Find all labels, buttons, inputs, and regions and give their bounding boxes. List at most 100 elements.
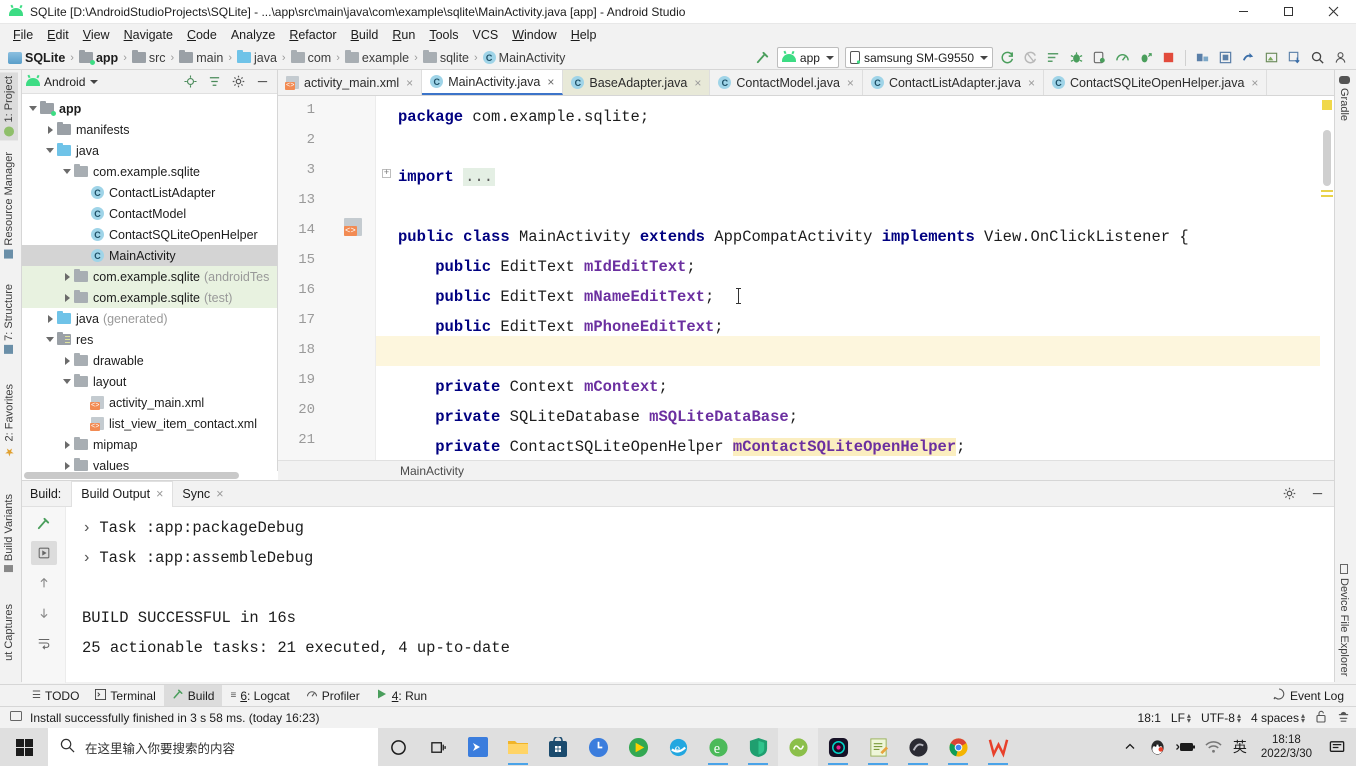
project-view-selector-label[interactable]: Android xyxy=(44,75,85,89)
maximize-icon[interactable] xyxy=(1266,0,1311,24)
tree-item-java[interactable]: java xyxy=(22,140,277,161)
menu-edit[interactable]: Edit xyxy=(40,26,76,44)
tree-item-contactmodel[interactable]: C ContactModel xyxy=(22,203,277,224)
line-separator-selector[interactable]: LF ▴ ▾ xyxy=(1171,711,1191,725)
tree-expander[interactable] xyxy=(60,440,74,449)
run-inspection-icon[interactable] xyxy=(1043,48,1064,68)
tree-expander[interactable] xyxy=(60,272,74,281)
close-icon[interactable]: × xyxy=(694,76,701,90)
project-tree[interactable]: app manifests java com.example.sqlite C Conta… xyxy=(22,94,277,480)
sidebar-tab-structure[interactable]: 7: Structure xyxy=(0,280,18,358)
memory-indicator-icon[interactable] xyxy=(10,710,22,725)
editor-scrollbar[interactable] xyxy=(1320,96,1334,480)
close-icon[interactable]: × xyxy=(847,76,854,90)
breadcrumb-java[interactable]: java xyxy=(235,46,279,70)
microsoft-store-icon[interactable] xyxy=(538,728,578,766)
sidebar-tab-build-variants[interactable]: Build Variants xyxy=(0,490,18,576)
hector-icon[interactable] xyxy=(1337,710,1350,726)
sidebar-tab-project[interactable]: 1: Project xyxy=(0,72,18,141)
device-selector[interactable]: samsung SM-G9550 xyxy=(844,47,993,68)
stop-icon[interactable] xyxy=(1158,48,1179,68)
soft-wrap-icon[interactable] xyxy=(31,631,57,655)
tree-expander[interactable] xyxy=(43,125,57,134)
ime-indicator[interactable]: 英 xyxy=(1229,737,1251,757)
editor-tab-contactlistadapter-java[interactable]: C ContactListAdapter.java × xyxy=(862,70,1044,95)
menu-tools[interactable]: Tools xyxy=(422,26,465,44)
windows-logo-icon[interactable] xyxy=(0,728,48,766)
hide-panel-icon[interactable] xyxy=(252,72,272,92)
menu-help[interactable]: Help xyxy=(564,26,604,44)
code-line[interactable]: public EditText mPhoneEditText; xyxy=(398,312,723,342)
bottom-tab-logcat[interactable]: ≡ 6: Logcat xyxy=(222,685,297,707)
chrome-icon[interactable] xyxy=(938,728,978,766)
scrollbar-warning-marker[interactable] xyxy=(1322,100,1332,110)
media-player-icon[interactable] xyxy=(618,728,658,766)
bottom-tab-terminal[interactable]: Terminal xyxy=(87,685,163,707)
sidebar-tab-favorites[interactable]: ★ 2: Favorites xyxy=(0,380,19,462)
code-line[interactable]: public EditText mIdEditText; xyxy=(398,252,695,282)
tree-expander[interactable] xyxy=(43,148,57,153)
menu-window[interactable]: Window xyxy=(505,26,563,44)
build-output-line[interactable] xyxy=(82,573,1334,603)
bottom-tab-run[interactable]: 4: Run xyxy=(368,685,435,707)
close-icon[interactable] xyxy=(1311,0,1356,24)
task-view-icon[interactable] xyxy=(418,728,458,766)
sidebar-tab-gradle[interactable]: Gradle xyxy=(1335,72,1353,125)
edge-legacy-icon[interactable]: e xyxy=(698,728,738,766)
tree-item-manifests[interactable]: manifests xyxy=(22,119,277,140)
avd-manager-icon[interactable] xyxy=(1020,48,1041,68)
menu-navigate[interactable]: Navigate xyxy=(117,26,180,44)
build-output-line[interactable]: › Task :app:assembleDebug xyxy=(82,543,1334,573)
green-shield-icon[interactable] xyxy=(738,728,778,766)
device-manager-icon[interactable] xyxy=(1238,48,1259,68)
menu-analyze[interactable]: Analyze xyxy=(224,26,282,44)
tree-item-com-example-sqlite[interactable]: com.example.sqlite xyxy=(22,161,277,182)
search-icon[interactable] xyxy=(1307,48,1328,68)
encoding-selector[interactable]: UTF-8 ▴ ▾ xyxy=(1201,711,1241,725)
minimize-icon[interactable] xyxy=(1221,0,1266,24)
collapse-all-icon[interactable] xyxy=(204,72,224,92)
tree-item-com-example-sqlite[interactable]: com.example.sqlite (androidTes xyxy=(22,266,277,287)
clock-app-icon[interactable] xyxy=(578,728,618,766)
code-line[interactable]: private ContactSQLiteOpenHelper mContact… xyxy=(398,432,965,462)
debug-icon[interactable] xyxy=(1066,48,1087,68)
code-content[interactable]: package com.example.sqlite; import ... pub… xyxy=(278,96,1334,480)
editor-tab-mainactivity-java[interactable]: C MainActivity.java × xyxy=(422,70,564,95)
locate-icon[interactable] xyxy=(180,72,200,92)
event-log-label[interactable]: Event Log xyxy=(1290,689,1344,703)
code-line[interactable]: private SQLiteDatabase mSQLiteDataBase; xyxy=(398,402,798,432)
editor-breadcrumb[interactable]: MainActivity xyxy=(278,460,1334,480)
unlocked-icon[interactable] xyxy=(1315,710,1327,726)
bottom-tab-todo[interactable]: ☰ TODO xyxy=(24,685,87,707)
menu-run[interactable]: Run xyxy=(385,26,422,44)
build-output-line[interactable]: 25 actionable tasks: 21 executed, 4 up-t… xyxy=(82,633,1334,663)
tree-expander[interactable] xyxy=(43,314,57,323)
up-arrow-icon[interactable] xyxy=(31,571,57,595)
bottom-tab-profiler[interactable]: Profiler xyxy=(298,685,368,707)
breadcrumb-src[interactable]: src xyxy=(130,46,168,70)
tree-item-java[interactable]: java (generated) xyxy=(22,308,277,329)
settings-gear-icon[interactable] xyxy=(1279,484,1299,504)
down-arrow-icon[interactable] xyxy=(31,601,57,625)
sync-gradle-icon[interactable] xyxy=(997,48,1018,68)
restart-icon[interactable] xyxy=(30,541,57,565)
notification-center-icon[interactable] xyxy=(1322,728,1352,766)
build-output-line[interactable]: › Task :app:packageDebug xyxy=(82,513,1334,543)
tree-expander[interactable] xyxy=(60,356,74,365)
tree-item-res[interactable]: res xyxy=(22,329,277,350)
tree-item-app[interactable]: app xyxy=(22,98,277,119)
tab-sync[interactable]: Sync × xyxy=(173,481,232,507)
attach-debugger-icon[interactable] xyxy=(1089,48,1110,68)
wps-icon[interactable] xyxy=(978,728,1018,766)
breadcrumb-mainactivity[interactable]: C MainActivity xyxy=(481,46,568,70)
close-icon[interactable]: × xyxy=(156,487,163,501)
menu-vcs[interactable]: VCS xyxy=(466,26,506,44)
bottom-tab-build[interactable]: Build xyxy=(163,684,223,707)
wifi-icon[interactable] xyxy=(1201,728,1227,766)
run-with-coverage-icon[interactable] xyxy=(1135,48,1156,68)
editor-tab-activity-main-xml[interactable]: activity_main.xml × xyxy=(278,70,423,95)
tree-item-mipmap[interactable]: mipmap xyxy=(22,434,277,455)
menu-view[interactable]: View xyxy=(76,26,117,44)
sidebar-tab-resource-manager[interactable]: Resource Manager xyxy=(0,148,18,263)
breadcrumb-sqlite[interactable]: SQLite xyxy=(6,46,67,70)
